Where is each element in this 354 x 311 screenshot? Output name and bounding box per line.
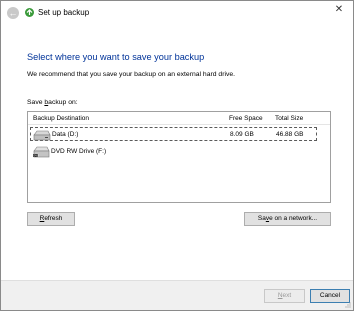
- page-heading: Select where you want to save your backu…: [27, 52, 205, 62]
- save-on-network-button[interactable]: Save on a network...: [244, 212, 331, 226]
- drive-name: Data (D:): [52, 131, 79, 138]
- refresh-button[interactable]: Refresh: [27, 212, 75, 226]
- drive-total-size: 46.88 GB: [276, 131, 304, 138]
- list-item-data-drive[interactable]: Data (D:) 8.09 GB 46.88 GB: [30, 127, 317, 141]
- column-header-destination[interactable]: Backup Destination: [33, 115, 89, 122]
- list-item-dvd-drive[interactable]: DVD DVD RW Drive (F:): [30, 145, 317, 159]
- cancel-button[interactable]: Cancel: [310, 289, 350, 303]
- svg-text:DVD: DVD: [33, 154, 39, 158]
- window-title: Set up backup: [38, 8, 90, 17]
- drive-free-space: 8.09 GB: [230, 131, 254, 138]
- column-header-free-space[interactable]: Free Space: [229, 115, 263, 122]
- resize-grip-icon[interactable]: [345, 302, 351, 308]
- next-button[interactable]: Next: [264, 289, 305, 303]
- drive-name: DVD RW Drive (F:): [51, 148, 107, 155]
- hard-drive-icon: [33, 130, 51, 141]
- title-bar: ← Set up backup ✕: [1, 1, 353, 27]
- column-header-total-size[interactable]: Total Size: [275, 115, 303, 122]
- setup-backup-window: ← Set up backup ✕ Select where you want …: [0, 0, 354, 311]
- close-icon[interactable]: ✕: [331, 3, 347, 17]
- back-arrow-icon[interactable]: ←: [7, 7, 19, 19]
- save-backup-on-label: Save backup on:: [27, 99, 78, 106]
- backup-icon: [25, 8, 34, 17]
- list-header: Backup Destination Free Space Total Size: [28, 112, 330, 125]
- recommendation-text: We recommend that you save your backup o…: [27, 71, 236, 78]
- dvd-drive-icon: DVD: [33, 146, 50, 158]
- backup-destination-list[interactable]: Backup Destination Free Space Total Size…: [27, 111, 331, 203]
